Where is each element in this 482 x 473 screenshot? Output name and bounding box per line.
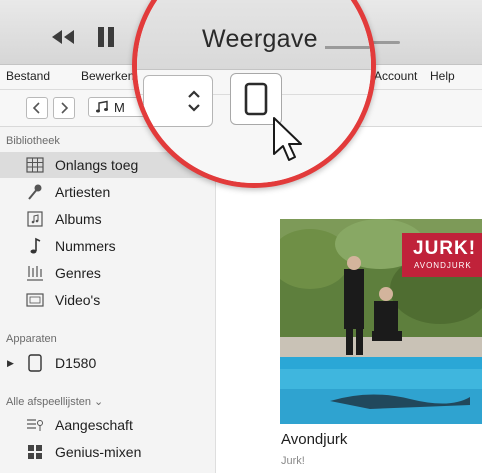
album-cover[interactable]: JURK! AVONDJURK [280, 219, 482, 424]
rewind-button[interactable] [50, 22, 76, 52]
window-title: Weergave [202, 25, 318, 53]
menu-bestand[interactable]: Bestand [6, 69, 50, 83]
sidebar-item-label: Artiesten [55, 184, 111, 200]
view-options-select[interactable] [143, 75, 213, 127]
device-icon [244, 82, 268, 116]
menu-bewerken[interactable]: Bewerken [81, 69, 134, 83]
album-title[interactable]: Avondjurk [281, 431, 347, 448]
rewind-icon [52, 30, 74, 44]
zoom-content: Weergave [137, 0, 371, 183]
sidebar-item-label: Onlangs toeg [55, 157, 139, 173]
sidebar-item-device[interactable]: ▶ D1580 [0, 350, 215, 376]
chevron-right-icon [61, 102, 69, 114]
zoom-highlight-circle: Weergave [132, 0, 376, 188]
chevron-left-icon [32, 102, 40, 114]
microphone-icon [25, 182, 45, 202]
album-cover-subtitle: AVONDJURK [414, 261, 472, 270]
device-icon [25, 353, 45, 373]
pause-icon [98, 27, 114, 47]
back-button[interactable] [26, 97, 48, 119]
sidebar-item-label: Albums [55, 211, 102, 227]
purchased-list-icon [25, 415, 45, 435]
sidebar-item-songs[interactable]: Nummers [0, 233, 215, 259]
sidebar-item-label: Genius-mixen [55, 444, 142, 460]
sidebar-item-label: Video's [55, 292, 101, 308]
menu-account[interactable]: Account [374, 69, 417, 83]
mouse-pointer-icon [273, 117, 302, 161]
pause-button[interactable] [96, 22, 116, 52]
album-icon [25, 209, 45, 229]
grid-icon [25, 155, 45, 175]
forward-button[interactable] [53, 97, 75, 119]
sidebar-item-purchased[interactable]: Aangeschaft [0, 412, 215, 438]
playlists-heading[interactable]: Alle afspeellijsten ⌄ [6, 395, 103, 408]
genres-icon [25, 263, 45, 283]
music-note-icon [96, 100, 108, 113]
media-type-label: M [114, 99, 125, 115]
sidebar-item-genres[interactable]: Genres [0, 260, 215, 286]
sidebar-item-label: Aangeschaft [55, 417, 133, 433]
sidebar-item-albums[interactable]: Albums [0, 206, 215, 232]
music-note-icon [25, 236, 45, 256]
video-icon [25, 290, 45, 310]
zoom-volume-track [325, 46, 371, 49]
up-down-chevrons-icon [188, 90, 200, 112]
library-heading: Bibliotheek [6, 135, 60, 147]
album-artist[interactable]: Jurk! [281, 455, 305, 467]
menu-help[interactable]: Help [430, 69, 455, 83]
genius-grid-icon [25, 442, 45, 462]
sidebar-item-label: D1580 [55, 355, 97, 371]
expand-arrow-icon[interactable]: ▶ [7, 358, 14, 369]
album-cover-logo: JURK! [413, 238, 477, 259]
sidebar-item-genius-mixes[interactable]: Genius-mixen [0, 439, 215, 465]
sidebar-item-label: Genres [55, 265, 101, 281]
sidebar-item-videos[interactable]: Video's [0, 287, 215, 313]
sidebar-item-label: Nummers [55, 238, 116, 254]
devices-heading: Apparaten [6, 333, 57, 345]
